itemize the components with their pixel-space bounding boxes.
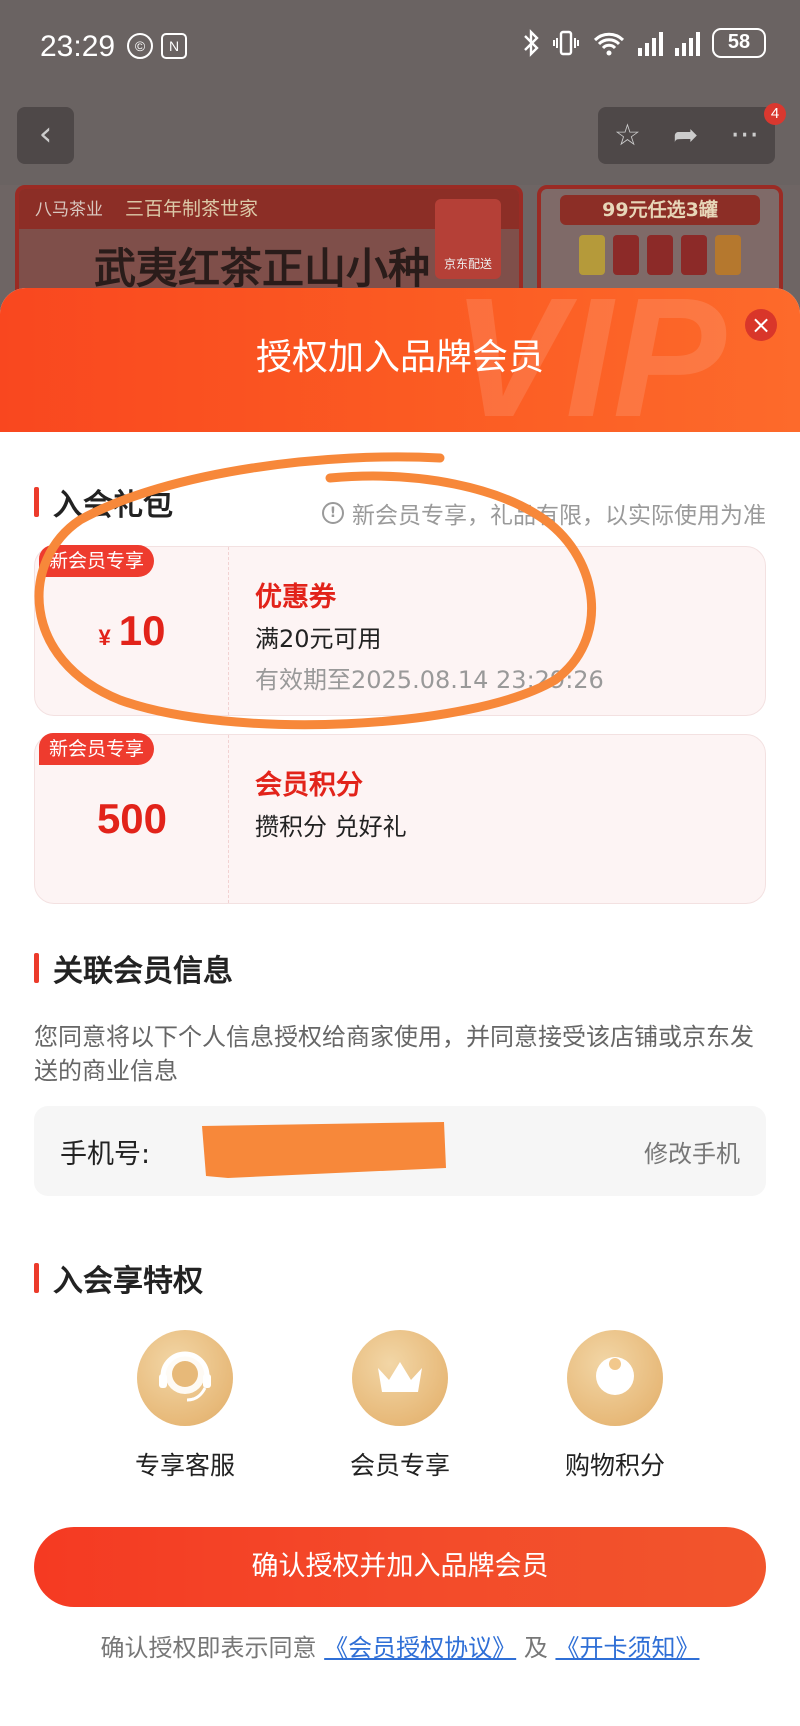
star-icon[interactable]: ☆ (614, 118, 641, 153)
delivery-seal: 京东配送 (435, 199, 501, 279)
privilege-label: 会员专享 (349, 1451, 450, 1480)
currency-symbol: ¥ (98, 625, 111, 650)
back-button[interactable]: ‹ (17, 107, 74, 164)
new-member-tag: 新会员专享 (39, 733, 155, 765)
phone-label: 手机号: (60, 1139, 151, 1170)
phone-row: 手机号: 修改手机 (34, 1106, 766, 1196)
vibrate-icon (553, 30, 579, 56)
agreement-text: 确认授权即表示同意 《会员授权协议》 及 《开卡须知》 (0, 1628, 800, 1663)
card-terms-link[interactable]: 《开卡须知》 (555, 1634, 699, 1662)
coupon-expiry: 有效期至2025.08.14 23:29:26 (255, 666, 604, 694)
status-time: 23:29 (40, 30, 116, 63)
points-value: 500 (96, 795, 168, 842)
gift-section-title: 入会礼包 (34, 480, 173, 524)
nfc-icon: N (161, 33, 187, 59)
status-bar: 23:29 © N 58 (0, 0, 800, 95)
membership-modal: VIP 授权加入品牌会员 × 入会礼包 ! 新会员专享，礼品有限，以实际使用为准… (0, 288, 800, 1726)
gift-note: ! 新会员专享，礼品有限，以实际使用为准 (322, 496, 766, 530)
signal-icon (638, 30, 663, 56)
product-banner-2[interactable]: 99元任选3罐 (537, 185, 783, 305)
more-icon[interactable]: ··· (730, 118, 759, 153)
privilege-item[interactable]: 会员专享 (300, 1330, 500, 1482)
phone-redaction (202, 1122, 446, 1178)
member-agreement-link[interactable]: 《会员授权协议》 (324, 1634, 516, 1662)
privileges-section-label: 入会享特权 (53, 1264, 203, 1299)
privilege-label: 专享客服 (134, 1451, 235, 1480)
banner2-title: 99元任选3罐 (560, 195, 760, 225)
privileges-section-title: 入会享特权 (34, 1256, 203, 1300)
signal-icon-2 (675, 30, 700, 56)
gift-note-text: 新会员专享，礼品有限，以实际使用为准 (352, 503, 766, 529)
section-accent-bar (34, 487, 39, 517)
tea-cans (541, 235, 779, 275)
coupon-title: 优惠券 (255, 582, 336, 613)
section-accent-bar (34, 953, 39, 983)
section-accent-bar (34, 1263, 39, 1293)
brand-slogan: 三百年制茶世家 (125, 198, 259, 220)
share-icon[interactable]: ➦ (673, 118, 698, 153)
points-desc: 攒积分 兑好礼 (255, 813, 407, 841)
action-bar: ☆ ➦ ··· (598, 107, 775, 164)
coin-icon (567, 1330, 663, 1426)
privilege-label: 购物积分 (564, 1451, 665, 1480)
agreement-and: 及 (523, 1634, 548, 1662)
crown-icon (352, 1330, 448, 1426)
confirm-join-button[interactable]: 确认授权并加入品牌会员 (34, 1527, 766, 1607)
notification-badge: 4 (764, 103, 786, 125)
points-title: 会员积分 (255, 770, 363, 801)
modal-title: 授权加入品牌会员 (255, 337, 544, 378)
change-phone-link[interactable]: 修改手机 (644, 1134, 740, 1169)
bluetooth-icon (524, 29, 539, 57)
new-member-tag: 新会员专享 (39, 545, 155, 577)
agreement-prefix: 确认授权即表示同意 (100, 1634, 317, 1662)
chevron-left-icon: ‹ (38, 114, 53, 154)
privilege-item[interactable]: 专享客服 (85, 1330, 285, 1482)
battery-icon: 58 (712, 28, 766, 58)
points-card[interactable]: 500 新会员专享 会员积分 攒积分 兑好礼 (34, 733, 766, 904)
close-button[interactable]: × (745, 309, 777, 341)
wifi-icon (593, 32, 625, 56)
coupon-value: ¥10 (35, 607, 229, 655)
brand-name: 八马茶业 (35, 200, 103, 220)
coupon-amount: 10 (118, 607, 166, 654)
assoc-section-title: 关联会员信息 (34, 946, 233, 990)
coupon-condition: 满20元可用 (255, 625, 382, 653)
product-banner-1[interactable]: 八马茶业 三百年制茶世家 武夷红茶正山小种 京东配送 (15, 185, 523, 305)
privilege-item[interactable]: 购物积分 (515, 1330, 715, 1482)
background-top-nav: ‹ ☆ ➦ ··· (0, 95, 800, 185)
info-icon: ! (322, 502, 344, 524)
close-icon: × (750, 311, 772, 339)
assoc-description: 您同意将以下个人信息授权给商家使用，并同意接受该店铺或京东发送的商业信息 (34, 1023, 754, 1085)
headset-icon (137, 1330, 233, 1426)
gift-section-label: 入会礼包 (53, 488, 173, 523)
coupon-card[interactable]: ¥10 新会员专享 优惠券 满20元可用 有效期至2025.08.14 23:2… (34, 545, 766, 716)
assoc-section-label: 关联会员信息 (53, 954, 233, 989)
notification-icon: © (127, 33, 153, 59)
modal-header: VIP 授权加入品牌会员 × (0, 288, 800, 443)
